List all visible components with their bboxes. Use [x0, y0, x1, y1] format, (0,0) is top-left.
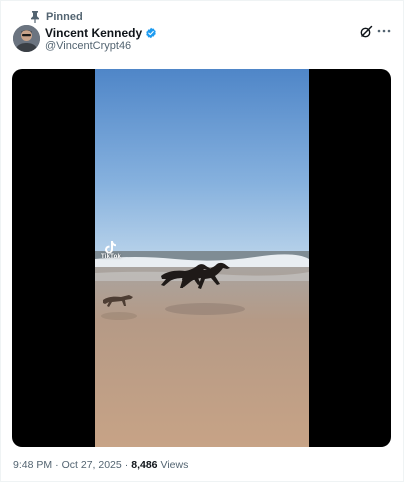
pin-icon — [30, 11, 40, 23]
post-meta: 9:48 PM · Oct 27, 2025 · 8,486 Views — [13, 458, 188, 472]
meta-separator: · — [124, 459, 129, 471]
tiktok-logo-icon — [104, 241, 117, 254]
pinned-indicator: Pinned — [30, 10, 83, 24]
author-display-name[interactable]: Vincent Kennedy — [45, 26, 142, 40]
video-player[interactable]: TikTok — [12, 69, 391, 447]
pinned-label: Pinned — [46, 11, 83, 23]
post-time[interactable]: 9:48 PM — [13, 459, 52, 471]
meta-separator: · — [55, 459, 59, 471]
tiktok-label: TikTok — [101, 254, 121, 260]
views-count: 8,486 — [131, 459, 158, 471]
more-options-icon[interactable] — [375, 22, 393, 40]
verified-badge-icon[interactable] — [145, 27, 157, 39]
author-avatar[interactable] — [13, 25, 40, 52]
grok-icon[interactable] — [359, 25, 373, 39]
author-handle[interactable]: @VincentCrypt46 — [45, 40, 131, 52]
views-label: Views — [160, 459, 189, 471]
tiktok-watermark: TikTok — [101, 241, 121, 260]
post-date[interactable]: Oct 27, 2025 — [62, 459, 122, 471]
video-frame: TikTok — [95, 69, 309, 447]
author-name-row[interactable]: Vincent Kennedy — [45, 25, 157, 40]
